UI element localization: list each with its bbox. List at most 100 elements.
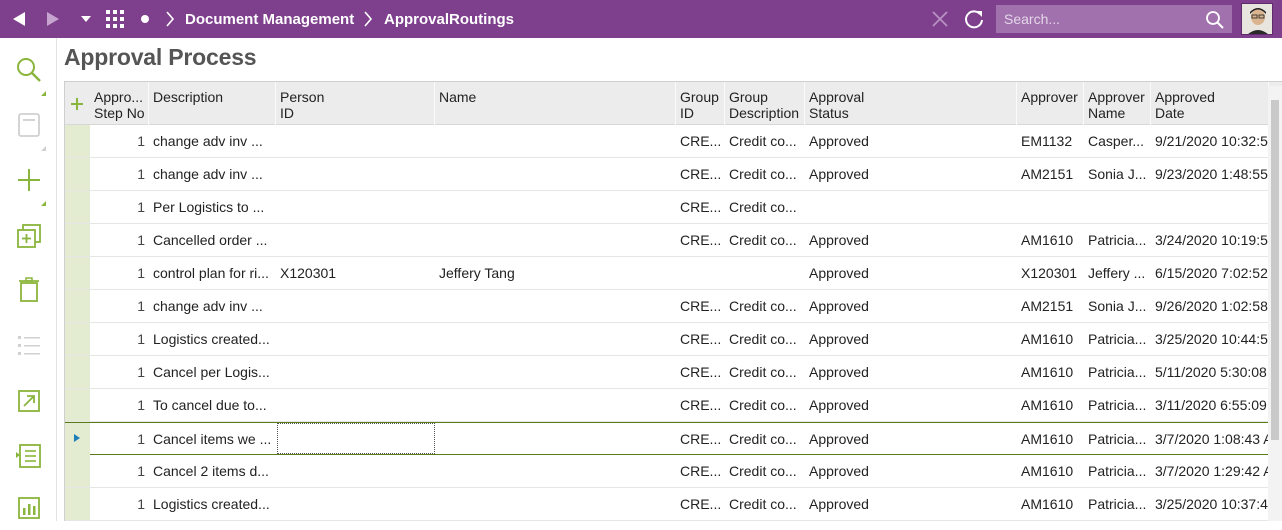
app-grid-icon[interactable] bbox=[104, 8, 126, 30]
cell-approver[interactable]: AM1610 bbox=[1017, 389, 1084, 421]
list-button[interactable] bbox=[0, 327, 57, 367]
table-row[interactable]: 1 Cancel 2 items d... CRE... Credit co... Ap… bbox=[65, 455, 1282, 488]
cell-desc[interactable]: change adv inv ... bbox=[149, 158, 276, 190]
cell-step[interactable]: 1 bbox=[90, 257, 149, 289]
cell-status[interactable]: Approved bbox=[805, 323, 1017, 355]
cell-gdesc[interactable]: Credit co... bbox=[725, 455, 805, 487]
cell-gdesc[interactable]: Credit co... bbox=[725, 356, 805, 388]
cell-person[interactable] bbox=[276, 323, 435, 355]
refresh-icon[interactable] bbox=[962, 7, 986, 31]
cell-group[interactable]: CRE... bbox=[676, 158, 725, 190]
cell-name[interactable] bbox=[435, 389, 676, 421]
table-row[interactable]: 1 Cancelled order ... CRE... Credit co... Ap… bbox=[65, 224, 1282, 257]
save-button[interactable] bbox=[0, 107, 57, 147]
table-row[interactable]: 1 change adv inv ... CRE... Credit co... App… bbox=[65, 125, 1282, 158]
cell-status[interactable]: Approved bbox=[805, 125, 1017, 157]
cell-gdesc[interactable]: Credit co... bbox=[725, 158, 805, 190]
cell-desc[interactable]: Cancel items we ... bbox=[149, 423, 276, 455]
cell-gdesc[interactable]: Credit co... bbox=[725, 488, 805, 520]
table-row[interactable]: 1 Logistics created... CRE... Credit co... A… bbox=[65, 488, 1282, 521]
breadcrumb-approval-routings[interactable]: ApprovalRoutings bbox=[384, 0, 514, 38]
cell-desc[interactable]: Logistics created... bbox=[149, 323, 276, 355]
column-header-approver[interactable]: Approver bbox=[1017, 82, 1084, 126]
cell-adate[interactable]: 3/25/2020 10:37:4 bbox=[1151, 488, 1269, 520]
back-arrow-icon[interactable] bbox=[8, 9, 30, 29]
cell-approver[interactable]: EM1132 bbox=[1017, 125, 1084, 157]
cell-person[interactable] bbox=[276, 290, 435, 322]
cell-desc[interactable]: Cancel per Logis... bbox=[149, 356, 276, 388]
cell-aname[interactable]: Casper... bbox=[1084, 125, 1151, 157]
cell-person[interactable] bbox=[276, 356, 435, 388]
cell-group[interactable] bbox=[676, 257, 725, 289]
row-indicator[interactable] bbox=[65, 191, 90, 223]
search-button[interactable] bbox=[0, 52, 57, 92]
cell-aname[interactable]: Patricia... bbox=[1084, 224, 1151, 256]
add-row-icon[interactable] bbox=[70, 97, 84, 111]
cell-approver[interactable]: AM1610 bbox=[1017, 224, 1084, 256]
cell-name[interactable]: Jeffery Tang bbox=[435, 257, 676, 289]
search-input[interactable] bbox=[996, 11, 1196, 27]
forward-arrow-icon[interactable] bbox=[42, 9, 64, 29]
cell-group[interactable]: CRE... bbox=[676, 423, 725, 455]
new-button[interactable] bbox=[0, 162, 57, 202]
column-header-approval-status[interactable]: Approval Status bbox=[805, 82, 1017, 126]
cell-name[interactable] bbox=[435, 488, 676, 520]
cell-gdesc[interactable]: Credit co... bbox=[725, 191, 805, 223]
column-header-person-id[interactable]: Person ID bbox=[276, 82, 435, 126]
column-header-step-no[interactable]: Appro... Step No bbox=[90, 82, 149, 126]
cell-group[interactable]: CRE... bbox=[676, 224, 725, 256]
cell-aname[interactable] bbox=[1084, 191, 1151, 223]
cell-adate[interactable]: 5/11/2020 5:30:08 bbox=[1151, 356, 1269, 388]
dropdown-caret-icon[interactable] bbox=[78, 12, 94, 26]
cell-aname[interactable]: Patricia... bbox=[1084, 356, 1151, 388]
cell-desc[interactable]: Cancel 2 items d... bbox=[149, 455, 276, 487]
table-row[interactable]: 1 Cancel per Logis... CRE... Credit co... Ap… bbox=[65, 356, 1282, 389]
cell-gdesc[interactable]: Credit co... bbox=[725, 423, 805, 455]
cell-gdesc[interactable]: Credit co... bbox=[725, 125, 805, 157]
cell-aname[interactable]: Jeffery ... bbox=[1084, 257, 1151, 289]
navigate-button[interactable] bbox=[0, 383, 57, 423]
cell-approver[interactable]: AM2151 bbox=[1017, 158, 1084, 190]
cell-aname[interactable]: Patricia... bbox=[1084, 488, 1151, 520]
breadcrumb-document-management[interactable]: Document Management bbox=[185, 0, 354, 38]
row-indicator[interactable] bbox=[65, 158, 90, 190]
cell-desc[interactable]: Cancelled order ... bbox=[149, 224, 276, 256]
duplicate-button[interactable] bbox=[0, 218, 57, 258]
row-indicator[interactable] bbox=[65, 323, 90, 355]
cell-gdesc[interactable]: Credit co... bbox=[725, 224, 805, 256]
cell-group[interactable]: CRE... bbox=[676, 290, 725, 322]
cell-approver[interactable] bbox=[1017, 191, 1084, 223]
cell-aname[interactable]: Patricia... bbox=[1084, 323, 1151, 355]
cell-status[interactable]: Approved bbox=[805, 257, 1017, 289]
cell-desc[interactable]: change adv inv ... bbox=[149, 125, 276, 157]
cell-aname[interactable]: Sonia J... bbox=[1084, 158, 1151, 190]
cell-desc[interactable]: To cancel due to... bbox=[149, 389, 276, 421]
cell-adate[interactable]: 3/7/2020 1:29:42 A bbox=[1151, 455, 1269, 487]
cell-person[interactable] bbox=[276, 158, 435, 190]
cell-status[interactable]: Approved bbox=[805, 158, 1017, 190]
cell-aname[interactable]: Patricia... bbox=[1084, 423, 1151, 455]
cell-aname[interactable]: Patricia... bbox=[1084, 389, 1151, 421]
cell-gdesc[interactable]: Credit co... bbox=[725, 290, 805, 322]
row-indicator[interactable] bbox=[65, 389, 90, 421]
row-indicator[interactable] bbox=[65, 423, 90, 455]
cell-aname[interactable]: Patricia... bbox=[1084, 455, 1151, 487]
cell-adate[interactable]: 9/21/2020 10:32:5 bbox=[1151, 125, 1269, 157]
cell-step[interactable]: 1 bbox=[90, 389, 149, 421]
cell-adate[interactable]: 6/15/2020 7:02:52 bbox=[1151, 257, 1269, 289]
table-row[interactable]: 1 change adv inv ... CRE... Credit co... App… bbox=[65, 158, 1282, 191]
cell-approver[interactable]: X120301 bbox=[1017, 257, 1084, 289]
person-id-edit-field[interactable] bbox=[277, 423, 435, 454]
cell-status[interactable]: Approved bbox=[805, 389, 1017, 421]
vertical-scrollbar[interactable] bbox=[1268, 86, 1282, 521]
table-row[interactable]: 1 Logistics created... CRE... Credit co... A… bbox=[65, 323, 1282, 356]
cell-name[interactable] bbox=[435, 356, 676, 388]
cell-person[interactable]: X120301 bbox=[276, 257, 435, 289]
cell-group[interactable]: CRE... bbox=[676, 191, 725, 223]
cell-desc[interactable]: control plan for ri... bbox=[149, 257, 276, 289]
cell-group[interactable]: CRE... bbox=[676, 488, 725, 520]
cell-gdesc[interactable]: Credit co... bbox=[725, 389, 805, 421]
column-header-approver-name[interactable]: Approver Name bbox=[1084, 82, 1151, 126]
row-indicator[interactable] bbox=[65, 455, 90, 487]
home-dot-icon[interactable] bbox=[140, 14, 150, 24]
